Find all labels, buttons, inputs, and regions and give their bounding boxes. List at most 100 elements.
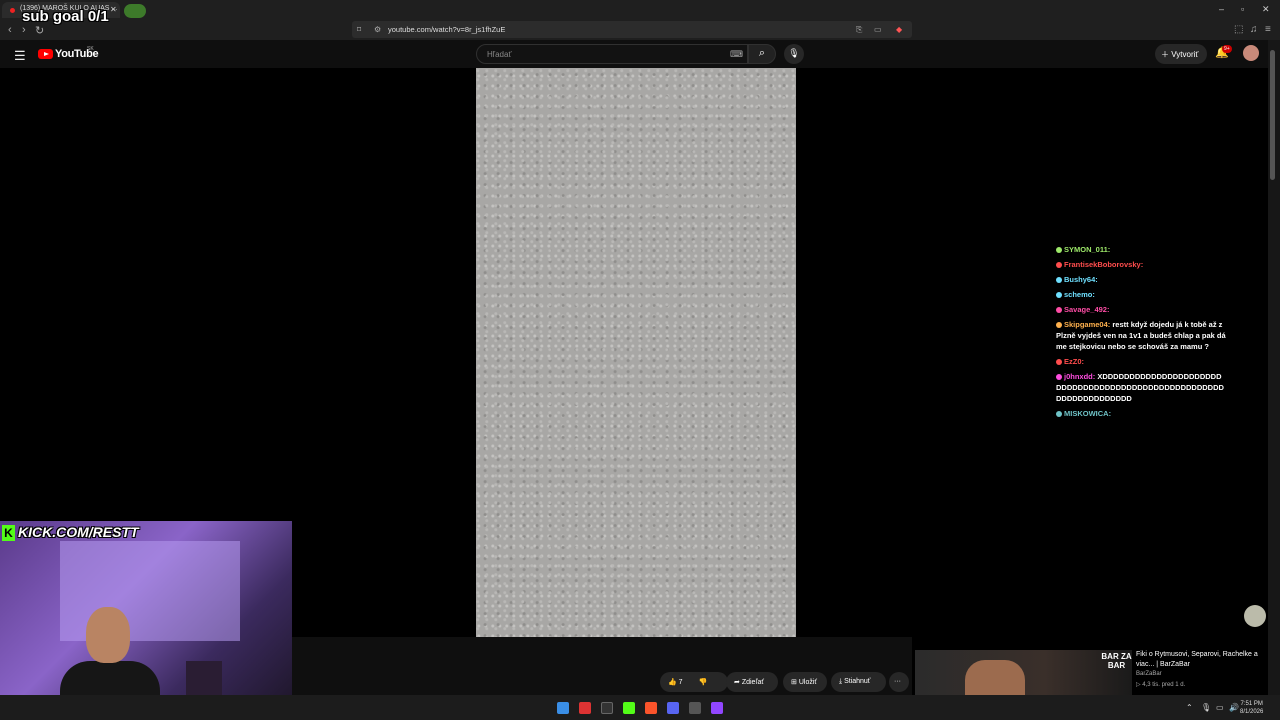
kick-logo-icon: K	[2, 525, 15, 541]
download-icon: ⤓	[839, 678, 843, 685]
scrollbar-thumb[interactable]	[1270, 50, 1275, 180]
chat-message: Savage_492:	[1056, 304, 1226, 315]
taskbar-clock[interactable]: 7:51 PM 8/1/2026	[1240, 700, 1263, 716]
clock-time: 7:51 PM	[1240, 701, 1263, 707]
brave-browser-icon[interactable]	[645, 702, 657, 714]
chat-message: Skipgame04: restt když dojedu já k tobě …	[1056, 319, 1226, 352]
kick-app-icon[interactable]	[623, 702, 635, 714]
youtube-header: ☰ YouTube SK Hľadať ⌨ ⌕ 🎙 ＋ Vytvoriť 🔔 9…	[0, 40, 1268, 68]
address-bar[interactable]: ⌑ ⚙ youtube.com/watch?v=8r_js1fhZuE ⎘ ▭ …	[352, 21, 912, 38]
streamer-webcam: K KICK.COM/RESTT	[0, 521, 292, 720]
forward-icon[interactable]: ›	[22, 24, 26, 36]
minimize-icon[interactable]: –	[1219, 4, 1224, 14]
save-label: Uložiť	[798, 679, 818, 686]
chat-message: Bushy64:	[1056, 274, 1226, 285]
thumbs-up-icon: 👍	[668, 679, 677, 686]
maps-icon[interactable]	[579, 702, 591, 714]
region-label: SK	[87, 46, 94, 52]
obs-icon[interactable]	[689, 702, 701, 714]
page-scrollbar[interactable]	[1268, 40, 1280, 695]
share-label: Zdieľať	[741, 679, 765, 686]
save-button[interactable]: ⊞ Uložiť	[783, 672, 827, 692]
webcam-background-object	[186, 661, 222, 699]
reload-icon[interactable]: ↻	[35, 24, 44, 37]
recommended-meta: ▷ 4,3 tis. pred 1 d.	[1136, 682, 1186, 688]
network-icon[interactable]: ▭	[1216, 703, 1224, 712]
mic-tray-icon[interactable]: 🎙	[1201, 703, 1211, 712]
chat-message: schemo:	[1056, 289, 1226, 300]
search-input[interactable]: Hľadať	[476, 44, 748, 64]
share-icon: ➦	[734, 679, 740, 686]
sub-goal-overlay: sub goal 0/1	[22, 8, 109, 25]
discord-icon[interactable]	[667, 702, 679, 714]
extensions-icon[interactable]: ⬚	[1234, 24, 1243, 35]
create-button[interactable]: ＋ Vytvoriť	[1155, 44, 1207, 64]
site-info-icon[interactable]: ⚙	[374, 25, 381, 34]
volume-icon[interactable]: 🔊	[1229, 703, 1239, 712]
chat-badge-icon	[1056, 322, 1062, 328]
chat-badge-icon	[1056, 359, 1062, 365]
chat-username: EzZ0:	[1064, 357, 1085, 366]
chat-badge-icon	[1056, 247, 1062, 253]
windows-start-icon[interactable]	[557, 702, 569, 714]
dislike-icon[interactable]: 👎	[699, 679, 708, 686]
recommended-thumbnail[interactable]: BAR ZA BAR	[915, 650, 1132, 695]
pepe-emote-icon	[124, 4, 146, 18]
webcam-person-face	[86, 607, 130, 663]
translate-icon[interactable]: ⎘	[856, 25, 862, 35]
chat-badge-icon	[1056, 307, 1062, 313]
cast-icon[interactable]: ▭	[874, 25, 882, 34]
media-icon[interactable]: ♫	[1250, 24, 1258, 35]
kick-url-label: KICK.COM/RESTT	[18, 524, 139, 540]
avatar[interactable]	[1243, 45, 1259, 61]
chat-username: Bushy64:	[1064, 275, 1098, 284]
recommended-title[interactable]: Fiki o Rytmusovi, Separovi, Rachelke a v…	[1136, 650, 1266, 670]
microphone-icon: 🎙	[788, 48, 800, 58]
barzabar-badge: BAR ZA BAR	[1101, 652, 1132, 670]
chat-username: Skipgame04:	[1064, 320, 1111, 329]
more-icon: ···	[894, 678, 901, 685]
search-button[interactable]: ⌕	[748, 44, 776, 64]
recommended-channel[interactable]: BarZaBar	[1136, 671, 1162, 677]
youtube-logo-icon[interactable]	[38, 49, 53, 59]
brave-shield-icon[interactable]: ◆	[896, 25, 902, 34]
chat-badge-icon	[1056, 262, 1062, 268]
chat-badge-icon	[1056, 411, 1062, 417]
more-actions-button[interactable]: ···	[889, 672, 909, 692]
like-count: 7	[678, 679, 683, 686]
notification-badge: 9+	[1222, 45, 1232, 53]
bookmark-icon[interactable]: ⌑	[357, 25, 361, 34]
search-icon: ⌕	[758, 47, 766, 59]
maximize-icon[interactable]: ▫	[1241, 4, 1244, 14]
chat-username: j0hnxdd:	[1064, 372, 1096, 381]
chat-username: MISKOWICA:	[1064, 409, 1112, 418]
like-button[interactable]: 👍 7 👎	[660, 672, 728, 692]
tab-close-icon[interactable]: ✕	[110, 5, 117, 14]
back-icon[interactable]: ‹	[8, 24, 12, 36]
chat-overlay: SYMON_011: FrantisekBoborovsky: Bushy64:…	[1056, 244, 1226, 423]
download-button[interactable]: ⤓ Stiahnuť	[831, 672, 886, 692]
video-player[interactable]	[476, 68, 796, 638]
chat-username: FrantisekBoborovsky:	[1064, 260, 1144, 269]
chat-username: Savage_492:	[1064, 305, 1110, 314]
twitch-icon[interactable]	[711, 702, 723, 714]
window-close-icon[interactable]: ✕	[1262, 4, 1270, 15]
chat-message: FrantisekBoborovsky:	[1056, 259, 1226, 270]
chat-message: j0hnxdd: XDDDDDDDDDDDDDDDDDDDDDDDDDDDDDD…	[1056, 371, 1226, 404]
chat-username: SYMON_011:	[1064, 245, 1111, 254]
taskbar: ⌃ 🎙 ▭ 🔊 7:51 PM 8/1/2026	[0, 695, 1280, 720]
hamburger-menu-icon[interactable]: ☰	[14, 48, 26, 64]
voice-search-button[interactable]: 🎙	[784, 44, 804, 64]
floating-avatar	[1244, 605, 1266, 627]
download-label: Stiahnuť	[844, 678, 871, 685]
url-text: youtube.com/watch?v=8r_js1fhZuE	[388, 25, 506, 34]
keyboard-icon[interactable]: ⌨	[730, 49, 743, 60]
browser-menu-icon[interactable]: ≡	[1265, 24, 1271, 35]
chat-message: MISKOWICA:	[1056, 408, 1226, 419]
chat-message: EzZ0:	[1056, 356, 1226, 367]
xbox-icon[interactable]	[601, 702, 613, 714]
share-button[interactable]: ➦ Zdieľať	[726, 672, 778, 692]
create-label: Vytvoriť	[1171, 50, 1199, 59]
tray-chevron-icon[interactable]: ⌃	[1186, 703, 1193, 712]
recommended-video[interactable]: BAR ZA BAR Fiki o Rytmusovi, Separovi, R…	[915, 650, 1268, 695]
